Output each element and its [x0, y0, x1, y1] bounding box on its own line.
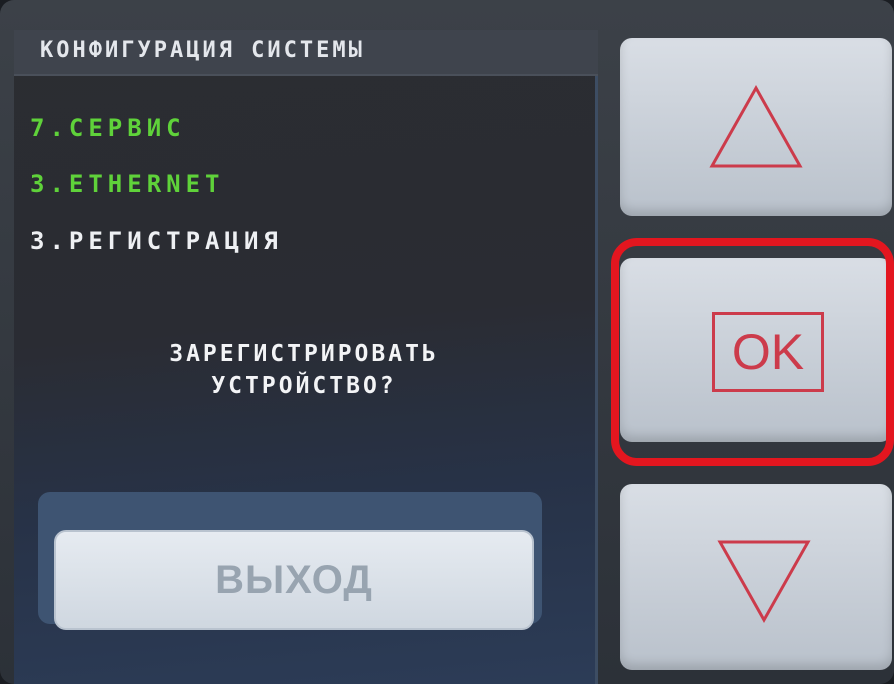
confirm-question: ЗАРЕГИСТРИРОВАТЬ УСТРОЙСТВО?	[74, 338, 534, 402]
title-bar: КОНФИГУРАЦИЯ СИСТЕМЫ	[14, 30, 598, 76]
question-line-1: ЗАРЕГИСТРИРОВАТЬ	[169, 341, 439, 367]
menu-item-registration[interactable]: 3.РЕГИСТРАЦИЯ	[30, 227, 283, 255]
device-panel: КОНФИГУРАЦИЯ СИСТЕМЫ 7.СЕРВИС 3.ETHERNET…	[0, 0, 894, 684]
navigation-buttons: OK	[600, 0, 894, 684]
triangle-down-icon	[717, 540, 811, 624]
up-button[interactable]	[620, 38, 892, 216]
menu-item-service[interactable]: 7.СЕРВИС	[30, 114, 186, 142]
screen-title: КОНФИГУРАЦИЯ СИСТЕМЫ	[40, 38, 365, 63]
ok-frame: OK	[712, 312, 824, 392]
menu-item-ethernet[interactable]: 3.ETHERNET	[30, 170, 225, 198]
down-button[interactable]	[620, 484, 892, 670]
ok-button[interactable]: OK	[620, 258, 892, 442]
triangle-up-icon	[709, 84, 803, 168]
exit-button[interactable]: ВЫХОД	[54, 530, 534, 630]
ok-label: OK	[731, 324, 805, 380]
question-line-2: УСТРОЙСТВО?	[211, 373, 397, 399]
exit-button-label: ВЫХОД	[215, 557, 373, 602]
